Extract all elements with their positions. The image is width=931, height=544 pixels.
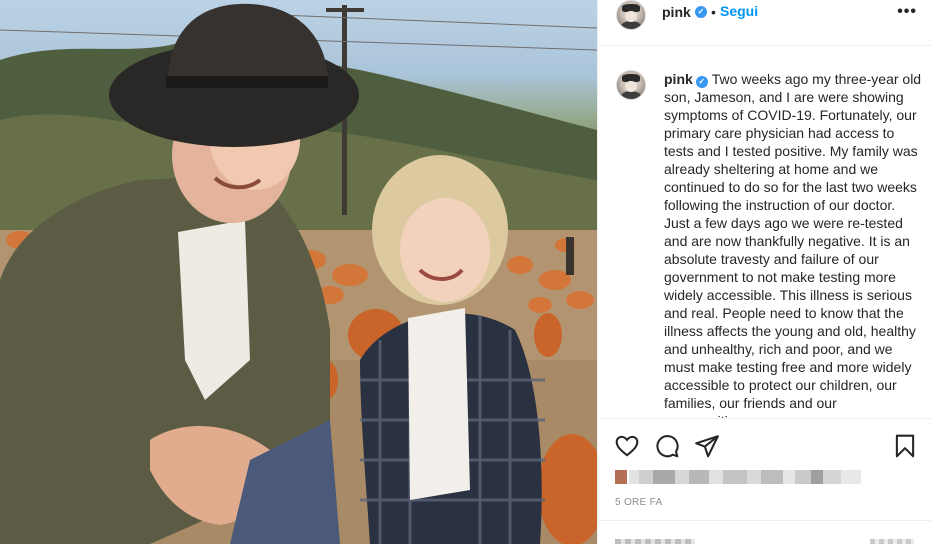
separator-dot: • xyxy=(711,4,716,20)
post-caption: pink ✓ Two weeks ago my three-year old son… xyxy=(664,70,922,418)
more-options-icon[interactable]: ••• xyxy=(897,3,917,21)
likes-summary-blurred[interactable] xyxy=(615,470,865,484)
post-panel: pink ✓ • Segui ••• pink ✓ Two weeks ago my… xyxy=(597,0,931,544)
publish-button-blurred[interactable] xyxy=(870,539,914,544)
photo-scene xyxy=(0,3,597,544)
comment-input-placeholder-blurred[interactable] xyxy=(615,539,695,544)
verified-badge-icon: ✓ xyxy=(695,76,708,88)
share-icon[interactable] xyxy=(694,433,720,459)
caption-section: pink ✓ Two weeks ago my three-year old son… xyxy=(598,46,931,419)
follow-button[interactable]: Segui xyxy=(720,3,758,19)
comment-icon[interactable] xyxy=(654,433,680,459)
post-timestamp[interactable]: 5 ORE FA xyxy=(615,497,662,508)
post-photo[interactable] xyxy=(0,0,597,544)
verified-badge-icon: ✓ xyxy=(695,6,707,18)
bookmark-icon[interactable] xyxy=(892,433,918,459)
author-avatar[interactable] xyxy=(616,0,646,30)
caption-text: Two weeks ago my three-year old son, Jam… xyxy=(664,71,922,418)
caption-avatar[interactable] xyxy=(616,70,646,100)
heart-icon[interactable] xyxy=(614,433,640,459)
author-username[interactable]: pink xyxy=(662,4,691,20)
post-header: pink ✓ • Segui ••• xyxy=(598,0,931,46)
caption-username[interactable]: pink xyxy=(664,71,693,87)
comment-bar[interactable] xyxy=(598,520,931,544)
action-bar xyxy=(598,420,931,466)
